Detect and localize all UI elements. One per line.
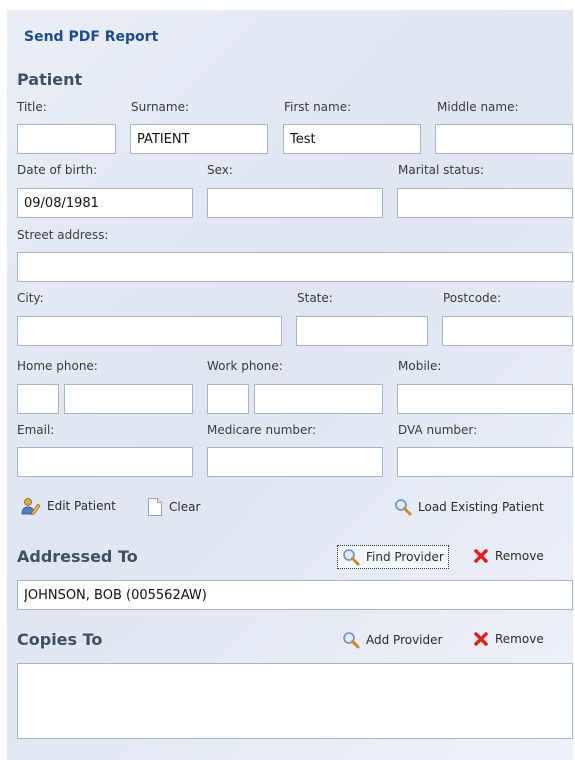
addressed-remove-button[interactable]: Remove: [473, 548, 544, 564]
add-provider-button[interactable]: Add Provider: [342, 631, 442, 649]
dva-label: DVA number:: [398, 423, 478, 437]
search-icon: [342, 548, 360, 566]
street-field[interactable]: [17, 252, 573, 282]
copies-remove-label: Remove: [495, 632, 544, 646]
form-panel: Send PDF Report Patient Title: Surname: …: [7, 10, 573, 760]
clear-icon: [147, 497, 163, 517]
load-existing-patient-label: Load Existing Patient: [418, 500, 544, 514]
search-icon: [394, 498, 412, 516]
marital-status-label: Marital status:: [398, 163, 485, 177]
clear-button[interactable]: Clear: [147, 497, 200, 517]
add-provider-label: Add Provider: [366, 633, 443, 647]
middle-name-label: Middle name:: [437, 100, 519, 114]
copies-remove-button[interactable]: Remove: [473, 631, 544, 647]
state-field[interactable]: [296, 316, 428, 346]
postcode-label: Postcode:: [443, 291, 502, 305]
copies-to-list[interactable]: [17, 663, 573, 739]
sex-label: Sex:: [207, 163, 233, 177]
mobile-field[interactable]: [397, 384, 573, 414]
city-field[interactable]: [17, 316, 282, 346]
find-provider-button[interactable]: Find Provider: [337, 545, 449, 569]
title-field[interactable]: [17, 124, 116, 154]
mobile-label: Mobile:: [398, 359, 442, 373]
dob-label: Date of birth:: [17, 163, 98, 177]
email-field[interactable]: [17, 447, 193, 477]
edit-patient-label: Edit Patient: [47, 499, 116, 513]
middle-name-field[interactable]: [435, 124, 573, 154]
load-existing-patient-button[interactable]: Load Existing Patient: [394, 498, 544, 516]
marital-status-field[interactable]: [397, 188, 573, 218]
search-icon: [342, 631, 360, 649]
remove-icon: [473, 631, 489, 647]
find-provider-label: Find Provider: [366, 550, 444, 564]
medicare-label: Medicare number:: [207, 423, 317, 437]
surname-field[interactable]: [130, 124, 268, 154]
dva-field[interactable]: [397, 447, 573, 477]
first-name-label: First name:: [284, 100, 352, 114]
addressed-to-heading: Addressed To: [17, 547, 138, 566]
email-label: Email:: [17, 423, 55, 437]
city-label: City:: [17, 291, 44, 305]
edit-patient-icon: [21, 497, 41, 515]
dob-field[interactable]: [17, 188, 193, 218]
work-phone-label: Work phone:: [207, 359, 283, 373]
remove-icon: [473, 548, 489, 564]
addressed-to-field[interactable]: [17, 580, 573, 610]
home-phone-field[interactable]: [64, 384, 193, 414]
state-label: State:: [297, 291, 333, 305]
clear-label: Clear: [169, 500, 201, 514]
street-label: Street address:: [17, 228, 109, 242]
copies-to-heading: Copies To: [17, 630, 103, 649]
work-phone-field[interactable]: [254, 384, 383, 414]
title-label: Title:: [17, 100, 47, 114]
patient-heading: Patient: [17, 70, 83, 89]
addressed-remove-label: Remove: [495, 549, 544, 563]
first-name-field[interactable]: [283, 124, 421, 154]
medicare-field[interactable]: [207, 447, 383, 477]
edit-patient-button[interactable]: Edit Patient: [21, 497, 116, 515]
sex-field[interactable]: [207, 188, 383, 218]
postcode-field[interactable]: [442, 316, 573, 346]
home-phone-area-field[interactable]: [17, 384, 59, 414]
surname-label: Surname:: [131, 100, 190, 114]
form-title: Send PDF Report: [24, 29, 159, 45]
work-phone-area-field[interactable]: [207, 384, 249, 414]
home-phone-label: Home phone:: [17, 359, 98, 373]
